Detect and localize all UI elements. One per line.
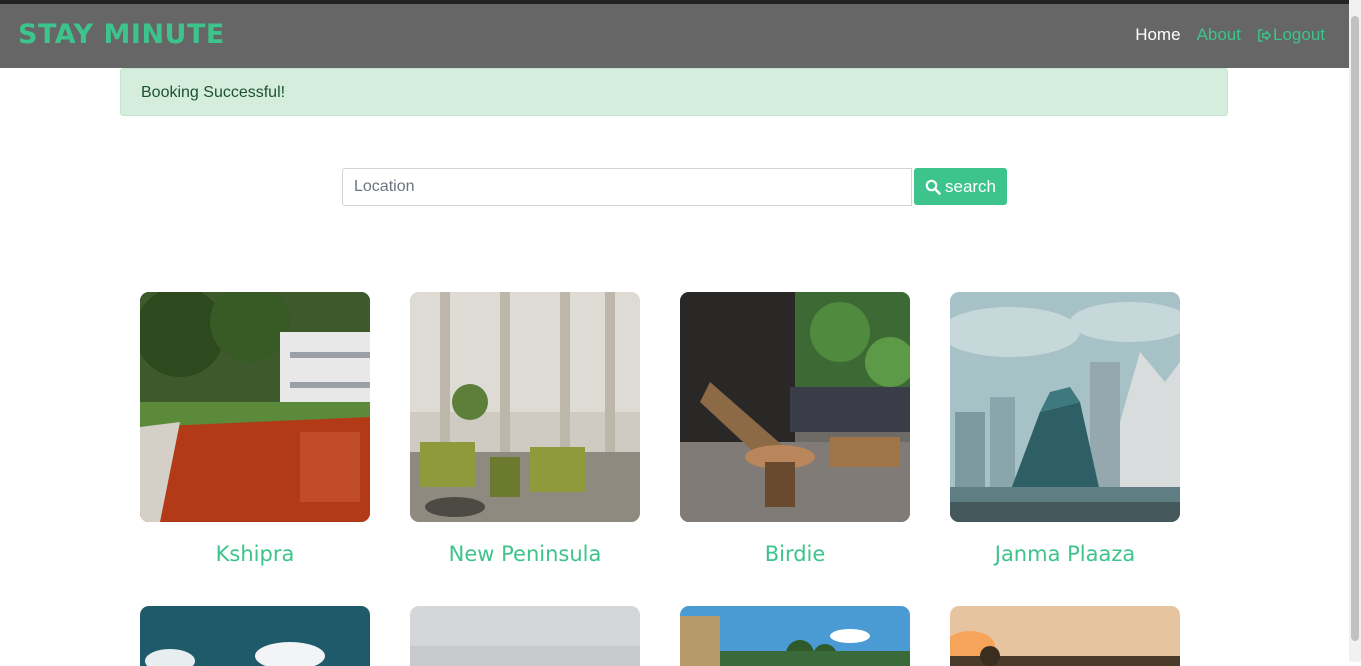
hotel-image[interactable] — [950, 606, 1180, 666]
page-scrollbar[interactable] — [1349, 0, 1361, 662]
search-icon — [925, 179, 941, 195]
nav-links: Home About Logout — [1135, 25, 1325, 45]
hotel-image[interactable] — [950, 292, 1180, 522]
hotel-card[interactable] — [950, 606, 1180, 666]
nav-about-link[interactable]: About — [1197, 25, 1241, 45]
hotel-name[interactable]: Kshipra — [140, 542, 370, 566]
logout-icon — [1258, 28, 1271, 42]
nav-logout-link[interactable]: Logout — [1257, 25, 1325, 45]
hotel-card[interactable]: Kshipra — [140, 292, 370, 566]
hotel-card[interactable] — [410, 606, 640, 666]
hotel-card[interactable] — [680, 606, 910, 666]
hotel-image[interactable] — [140, 292, 370, 522]
hotel-card[interactable]: Janma Plaaza — [950, 292, 1180, 566]
brand-logo[interactable]: STAY MINUTE — [18, 19, 225, 50]
navbar: STAY MINUTE Home About Logout — [0, 4, 1349, 68]
hotel-image[interactable] — [680, 606, 910, 666]
hotel-name[interactable]: Janma Plaaza — [950, 542, 1180, 566]
hotel-name[interactable]: Birdie — [680, 542, 910, 566]
hotel-image[interactable] — [680, 292, 910, 522]
hotel-card[interactable]: Birdie — [680, 292, 910, 566]
hotel-name[interactable]: New Peninsula — [410, 542, 640, 566]
logout-label: Logout — [1273, 25, 1325, 44]
hotel-image[interactable] — [410, 606, 640, 666]
search-button[interactable]: search — [914, 168, 1007, 205]
hotel-image[interactable] — [140, 606, 370, 666]
nav-home-link[interactable]: Home — [1135, 25, 1180, 45]
scrollbar-thumb[interactable] — [1351, 16, 1359, 641]
hotel-card[interactable]: New Peninsula — [410, 292, 640, 566]
hotel-card[interactable] — [140, 606, 370, 666]
search-button-label: search — [944, 176, 997, 196]
success-alert: Booking Successful! — [120, 68, 1228, 116]
location-search-input[interactable] — [342, 168, 912, 206]
alert-message: Booking Successful! — [141, 84, 286, 101]
hotel-image[interactable] — [410, 292, 640, 522]
